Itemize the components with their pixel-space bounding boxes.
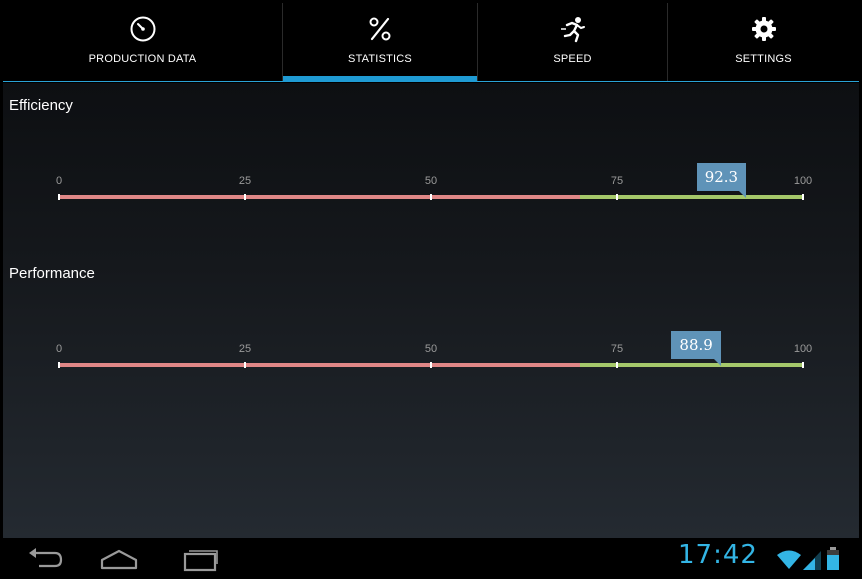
- tab-label: SPEED: [553, 53, 592, 65]
- tick-label: 100: [793, 175, 813, 187]
- tick-mark: [430, 362, 432, 368]
- tick-label: 75: [610, 343, 624, 355]
- gauge-track: [58, 362, 804, 368]
- tab-statistics[interactable]: STATISTICS: [283, 3, 478, 82]
- value-bubble: 92.3: [696, 163, 747, 198]
- clock: 17:42: [678, 540, 758, 570]
- low-range-segment: [59, 195, 580, 199]
- battery-icon: [826, 547, 840, 575]
- performance-gauge: 0 25 50 75 100 88.9: [55, 331, 812, 383]
- high-range-segment: [579, 195, 803, 199]
- wifi-icon: [776, 549, 802, 575]
- tick-mark: [616, 194, 618, 200]
- runner-icon: [559, 15, 587, 43]
- tick-label: 100: [793, 343, 813, 355]
- back-icon[interactable]: [25, 546, 65, 572]
- home-icon[interactable]: [99, 546, 139, 572]
- performance-title: Performance: [9, 265, 95, 282]
- tick-label: 25: [238, 175, 252, 187]
- statistics-panel: Efficiency 0 25 50 75 100 92.3 Performance 0 2…: [3, 83, 859, 538]
- tick-mark: [244, 194, 246, 200]
- tick-label: 50: [424, 175, 438, 187]
- tab-bar: PRODUCTION DATA STATISTICS SPEED SETTING…: [3, 3, 859, 82]
- active-tab-indicator: [283, 76, 477, 82]
- app-window: PRODUCTION DATA STATISTICS SPEED SETTING…: [3, 3, 859, 576]
- gear-icon: [750, 15, 778, 43]
- percent-icon: [366, 15, 394, 43]
- tick-label: 0: [55, 343, 63, 355]
- tick-label: 75: [610, 175, 624, 187]
- signal-icon: [802, 549, 822, 575]
- tick-mark: [802, 362, 804, 368]
- tick-label: 0: [55, 175, 63, 187]
- gauge-icon: [129, 15, 157, 43]
- gauge-track: [58, 194, 804, 200]
- recent-apps-icon[interactable]: [179, 546, 219, 572]
- high-range-segment: [579, 363, 803, 367]
- system-bar: 17:42: [3, 538, 859, 576]
- tick-mark: [58, 362, 60, 368]
- tab-label: PRODUCTION DATA: [88, 53, 197, 65]
- tab-label: SETTINGS: [735, 53, 792, 65]
- tick-label: 50: [424, 343, 438, 355]
- efficiency-gauge: 0 25 50 75 100 92.3: [55, 163, 812, 215]
- tick-mark: [58, 194, 60, 200]
- value-bubble: 88.9: [671, 331, 722, 366]
- tab-settings[interactable]: SETTINGS: [668, 3, 859, 81]
- tick-mark: [802, 194, 804, 200]
- tab-production-data[interactable]: PRODUCTION DATA: [3, 3, 283, 81]
- tick-mark: [430, 194, 432, 200]
- tick-label: 25: [238, 343, 252, 355]
- tab-label: STATISTICS: [348, 53, 412, 65]
- tab-speed[interactable]: SPEED: [478, 3, 668, 81]
- tick-mark: [616, 362, 618, 368]
- low-range-segment: [59, 363, 580, 367]
- tick-mark: [244, 362, 246, 368]
- efficiency-title: Efficiency: [9, 97, 73, 114]
